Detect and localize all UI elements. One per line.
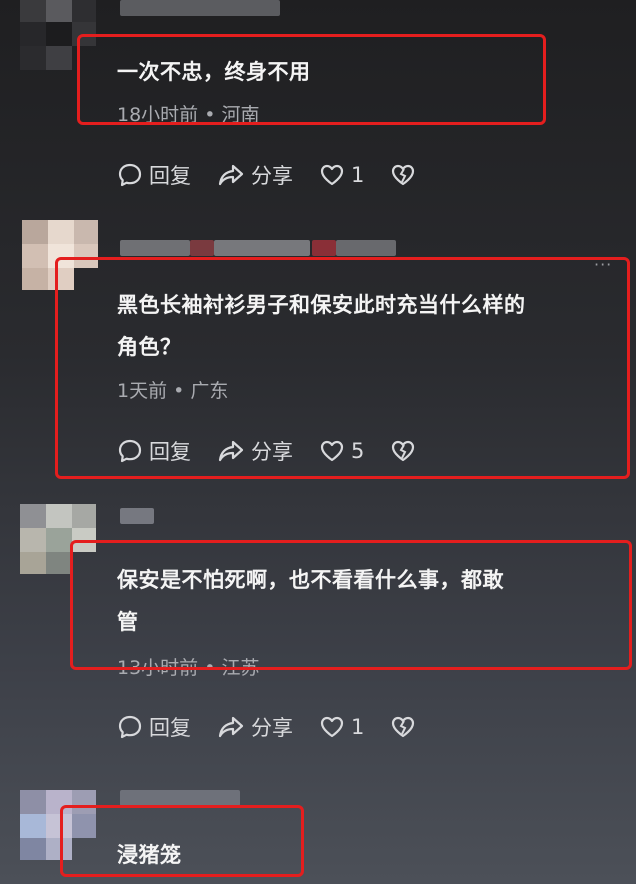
speech-bubble-icon: [118, 715, 142, 739]
speech-bubble-icon: [118, 439, 142, 463]
highlight-box: [77, 34, 546, 125]
reply-button[interactable]: 回复: [117, 160, 191, 190]
username-blurred[interactable]: [120, 240, 190, 256]
dislike-button[interactable]: [390, 439, 422, 463]
like-count: 1: [351, 715, 365, 739]
reply-label: 回复: [149, 440, 191, 464]
share-button[interactable]: 分享: [217, 436, 293, 466]
comment-actions: 回复 分享 5: [117, 436, 448, 466]
heart-icon: [320, 440, 344, 462]
share-button[interactable]: 分享: [217, 160, 293, 190]
dislike-button[interactable]: [390, 163, 422, 187]
username-blurred[interactable]: [120, 0, 280, 16]
username-blurred: [336, 240, 396, 256]
share-arrow-icon: [218, 716, 244, 738]
broken-heart-icon: [392, 716, 415, 738]
username-blurred[interactable]: [120, 790, 240, 806]
share-arrow-icon: [218, 440, 244, 462]
username-blurred: [312, 240, 336, 256]
reply-label: 回复: [149, 716, 191, 740]
share-label: 分享: [251, 716, 293, 740]
comment-actions: 回复 分享 1: [117, 160, 448, 190]
username-blurred: [190, 240, 214, 256]
reply-label: 回复: [149, 164, 191, 188]
like-button[interactable]: 5: [319, 439, 364, 463]
share-label: 分享: [251, 164, 293, 188]
username-blurred: [214, 240, 310, 256]
like-count: 5: [351, 439, 365, 463]
reply-button[interactable]: 回复: [117, 712, 191, 742]
username-blurred[interactable]: [120, 508, 154, 524]
highlight-box: [60, 805, 304, 877]
share-button[interactable]: 分享: [217, 712, 293, 742]
heart-icon: [320, 716, 344, 738]
broken-heart-icon: [392, 164, 415, 186]
like-count: 1: [351, 163, 365, 187]
highlight-box: [70, 540, 632, 670]
reply-button[interactable]: 回复: [117, 436, 191, 466]
like-button[interactable]: 1: [319, 715, 364, 739]
broken-heart-icon: [392, 440, 415, 462]
share-label: 分享: [251, 440, 293, 464]
heart-icon: [320, 164, 344, 186]
like-button[interactable]: 1: [319, 163, 364, 187]
share-arrow-icon: [218, 164, 244, 186]
comment-actions: 回复 分享 1: [117, 712, 448, 742]
dislike-button[interactable]: [390, 715, 422, 739]
speech-bubble-icon: [118, 163, 142, 187]
